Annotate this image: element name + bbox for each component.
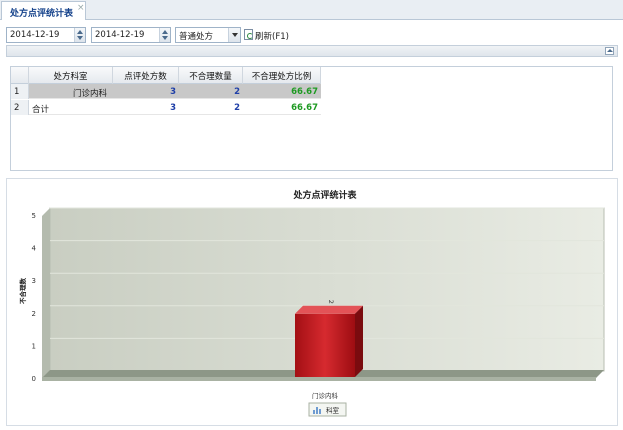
chart-panel: 处方点评统计表 0 1 2 3 4 5 不合理数 2 门诊内科科室 xyxy=(6,178,618,426)
tab-prescription-stats[interactable]: 处方点评统计表 × xyxy=(1,1,86,20)
row-number: 2 xyxy=(11,100,29,115)
header-dept[interactable]: 处方科室 xyxy=(29,67,113,84)
header-rownum xyxy=(11,67,29,84)
tab-title: 处方点评统计表 xyxy=(10,9,74,19)
end-date-value: 2014-12-19 xyxy=(95,30,145,40)
bar-top xyxy=(295,305,363,314)
stats-grid: 处方科室 点评处方数 不合理数量 不合理处方比例 1 门诊内科 3 2 66.6… xyxy=(10,66,613,171)
close-icon[interactable]: × xyxy=(77,3,85,13)
y-tick-label: 1 xyxy=(32,342,36,350)
y-axis-label: 不合理数 xyxy=(18,278,27,305)
table-row[interactable]: 2 合计 3 2 66.67 xyxy=(11,100,321,115)
table-row[interactable]: 1 门诊内科 3 2 66.67 xyxy=(11,84,321,99)
end-date-spinner[interactable] xyxy=(159,28,170,42)
bar-chart: 处方点评统计表 0 1 2 3 4 5 不合理数 2 门诊内科科室 xyxy=(18,189,605,417)
spinner-up-icon[interactable] xyxy=(77,30,83,34)
refresh-icon xyxy=(244,29,253,40)
cell-unreasonable: 2 xyxy=(234,103,240,113)
x-tick-label: 门诊内科 xyxy=(312,391,339,400)
spinner-up-icon[interactable] xyxy=(162,30,168,34)
collapse-icon[interactable] xyxy=(605,47,614,55)
start-date-field[interactable]: 2014-12-19 xyxy=(6,27,86,43)
toolbar: 2014-12-19 2014-12-19 普通处方 刷新(F1) xyxy=(6,27,618,43)
chart-side-wall xyxy=(42,208,50,379)
chart-title: 处方点评统计表 xyxy=(292,189,357,201)
end-date-field[interactable]: 2014-12-19 xyxy=(91,27,171,43)
header-reviewed[interactable]: 点评处方数 xyxy=(113,67,179,84)
chart-floor-edge xyxy=(42,377,596,381)
cell-unreasonable: 2 xyxy=(234,87,240,97)
cell-dept: 合计 xyxy=(32,105,50,115)
row-number: 1 xyxy=(11,84,29,99)
grid-header: 处方科室 点评处方数 不合理数量 不合理处方比例 xyxy=(11,67,321,84)
y-tick-label: 5 xyxy=(32,212,36,220)
y-tick-label: 2 xyxy=(32,310,36,318)
legend-icon xyxy=(319,409,321,414)
cell-ratio: 66.67 xyxy=(291,103,318,113)
spinner-down-icon[interactable] xyxy=(77,36,83,40)
header-unreasonable[interactable]: 不合理数量 xyxy=(179,67,243,84)
refresh-button[interactable]: 刷新(F1) xyxy=(244,28,294,42)
panel-collapse-bar xyxy=(6,45,618,57)
cell-reviewed: 3 xyxy=(170,103,176,113)
tab-bar: 处方点评统计表 × xyxy=(0,0,623,20)
legend-icon xyxy=(313,410,315,414)
spinner-down-icon[interactable] xyxy=(162,36,168,40)
header-ratio[interactable]: 不合理处方比例 xyxy=(243,67,321,84)
prescription-type-select[interactable]: 普通处方 xyxy=(175,27,241,43)
legend-label: 科室 xyxy=(326,406,340,415)
cell-reviewed: 3 xyxy=(170,87,176,97)
start-date-spinner[interactable] xyxy=(74,28,85,42)
cell-dept: 门诊内科 xyxy=(72,89,107,99)
bar-side xyxy=(355,305,363,377)
bar xyxy=(295,313,355,377)
y-tick-label: 4 xyxy=(32,245,37,253)
legend-icon xyxy=(316,407,318,414)
start-date-value: 2014-12-19 xyxy=(10,30,60,40)
refresh-label: 刷新(F1) xyxy=(255,32,289,42)
dropdown-arrow-icon[interactable] xyxy=(228,28,240,42)
y-tick-label: 0 xyxy=(32,375,36,383)
y-tick-label: 3 xyxy=(32,277,36,285)
cell-ratio: 66.67 xyxy=(291,87,318,97)
data-label: 2 xyxy=(327,300,335,304)
prescription-type-value: 普通处方 xyxy=(179,32,214,42)
